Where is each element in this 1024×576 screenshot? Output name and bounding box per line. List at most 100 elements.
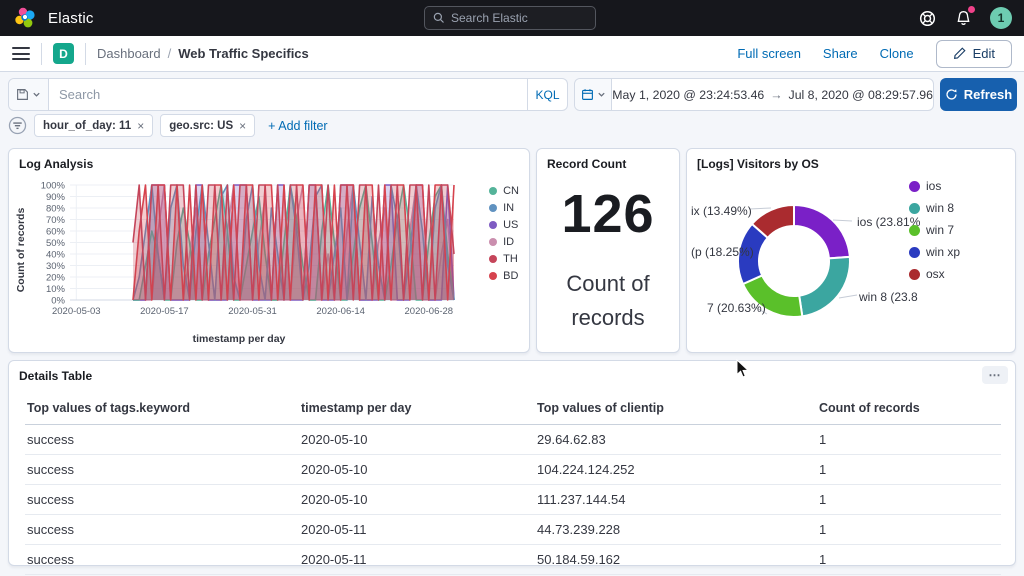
- dashboard-app-icon[interactable]: D: [53, 43, 74, 64]
- query-bar: KQL: [8, 78, 568, 111]
- svg-text:2020-05-31: 2020-05-31: [228, 306, 277, 317]
- slice-callout-win8: win 8 (23.8: [859, 290, 918, 304]
- legend-dot: [489, 204, 497, 212]
- table-cell: 1: [819, 425, 1001, 455]
- legend-label: ios: [926, 179, 941, 193]
- svg-text:20%: 20%: [46, 273, 66, 284]
- toolbar-link-share[interactable]: Share: [823, 46, 858, 61]
- kql-language-button[interactable]: KQL: [527, 79, 567, 110]
- legend-dot: [489, 187, 497, 195]
- notification-badge: [968, 6, 975, 13]
- legend-label: BD: [503, 270, 518, 282]
- legend-dot: [489, 238, 497, 246]
- svg-text:90%: 90%: [46, 192, 66, 203]
- query-search-input[interactable]: [59, 87, 517, 102]
- table-cell: success: [25, 515, 301, 545]
- legend-item-win-7[interactable]: win 7: [909, 223, 1005, 237]
- remove-filter-icon[interactable]: ×: [239, 119, 246, 133]
- filter-icon[interactable]: [8, 116, 27, 135]
- legend-item-win-xp[interactable]: win xp: [909, 245, 1005, 259]
- legend-item-IN[interactable]: IN: [489, 202, 519, 214]
- table-cell: success: [25, 485, 301, 515]
- table-cell: 29.64.62.83: [537, 425, 819, 455]
- chevron-down-icon: [32, 90, 41, 99]
- slice-callout-win7: 7 (20.63%): [707, 301, 766, 315]
- table-cell: success: [25, 455, 301, 485]
- table-cell: 1: [819, 545, 1001, 575]
- panel-visitors-by-os: [Logs] Visitors by OS ios (23.81% win 8 …: [686, 148, 1016, 353]
- column-header[interactable]: timestamp per day: [301, 393, 537, 425]
- donut-slice-win-8[interactable]: [799, 257, 850, 317]
- date-end[interactable]: Jul 8, 2020 @ 08:29:57.96: [789, 88, 933, 102]
- filter-pill[interactable]: geo.src: US×: [160, 114, 255, 137]
- table-cell: 2020-05-11: [301, 545, 537, 575]
- svg-text:100%: 100%: [41, 181, 66, 192]
- toolbar-link-clone[interactable]: Clone: [880, 46, 914, 61]
- legend-label: US: [503, 219, 518, 231]
- svg-text:0%: 0%: [51, 296, 65, 307]
- menu-hamburger-icon[interactable]: [12, 47, 30, 60]
- legend-label: win xp: [926, 245, 960, 259]
- saved-query-menu-button[interactable]: [9, 79, 49, 110]
- legend-dot: [909, 181, 920, 192]
- legend-item-osx[interactable]: osx: [909, 267, 1005, 281]
- legend-item-BD[interactable]: BD: [489, 270, 519, 282]
- table-row[interactable]: success2020-05-10104.224.124.2521: [25, 455, 1001, 485]
- breadcrumb-dashboard[interactable]: Dashboard: [97, 46, 161, 61]
- legend-label: osx: [926, 267, 945, 281]
- table-cell: success: [25, 545, 301, 575]
- global-search-input[interactable]: Search Elastic: [424, 6, 596, 30]
- global-search-placeholder: Search Elastic: [451, 11, 528, 25]
- refresh-button[interactable]: Refresh: [940, 78, 1017, 111]
- panel-options-icon[interactable]: ⋯: [982, 366, 1008, 384]
- date-range[interactable]: May 1, 2020 @ 23:24:53.46 → Jul 8, 2020 …: [612, 79, 933, 110]
- refresh-icon: [945, 88, 958, 101]
- page-title: Web Traffic Specifics: [178, 46, 309, 61]
- notifications-bell-icon[interactable]: [954, 9, 972, 27]
- table-row[interactable]: success2020-05-1144.73.239.2281: [25, 515, 1001, 545]
- svg-text:2020-05-17: 2020-05-17: [140, 306, 189, 317]
- divider: [85, 43, 86, 65]
- toolbar-link-full-screen[interactable]: Full screen: [737, 46, 801, 61]
- column-header[interactable]: Top values of tags.keyword: [25, 393, 301, 425]
- legend-item-US[interactable]: US: [489, 219, 519, 231]
- filter-pill[interactable]: hour_of_day: 11×: [34, 114, 153, 137]
- calendar-menu-button[interactable]: [575, 79, 612, 110]
- legend-item-ios[interactable]: ios: [909, 179, 1005, 193]
- svg-text:60%: 60%: [46, 227, 66, 238]
- column-header[interactable]: Top values of clientip: [537, 393, 819, 425]
- legend-label: IN: [503, 202, 514, 214]
- legend-item-ID[interactable]: ID: [489, 236, 519, 248]
- panel-title[interactable]: Log Analysis: [19, 157, 93, 171]
- donut-slice-ios[interactable]: [794, 205, 850, 258]
- user-avatar[interactable]: 1: [990, 7, 1012, 29]
- query-input-wrap: [49, 79, 527, 110]
- legend-label: win 7: [926, 223, 954, 237]
- legend-label: CN: [503, 185, 519, 197]
- panel-title[interactable]: [Logs] Visitors by OS: [697, 157, 819, 171]
- table-row[interactable]: success2020-05-10111.237.144.541: [25, 485, 1001, 515]
- svg-text:80%: 80%: [46, 204, 66, 215]
- help-icon[interactable]: [918, 9, 936, 27]
- elastic-logo-icon[interactable]: [14, 6, 38, 30]
- date-start[interactable]: May 1, 2020 @ 23:24:53.46: [612, 88, 764, 102]
- divider: [41, 43, 42, 65]
- table-row[interactable]: success2020-05-1029.64.62.831: [25, 425, 1001, 455]
- table-cell: 2020-05-10: [301, 455, 537, 485]
- table-cell: 44.73.239.228: [537, 515, 819, 545]
- add-filter-link[interactable]: + Add filter: [268, 119, 327, 133]
- table-cell: 104.224.124.252: [537, 455, 819, 485]
- table-row[interactable]: success2020-05-1150.184.59.1621: [25, 545, 1001, 575]
- chevron-down-icon: [597, 90, 606, 99]
- column-header[interactable]: Count of records: [819, 393, 1001, 425]
- area-chart[interactable]: 0%10%20%30%40%50%60%70%80%90%100%2020-05…: [25, 177, 465, 327]
- remove-filter-icon[interactable]: ×: [137, 119, 144, 133]
- edit-button[interactable]: Edit: [936, 40, 1012, 68]
- legend-item-win-8[interactable]: win 8: [909, 201, 1005, 215]
- table-cell: 111.237.144.54: [537, 485, 819, 515]
- table-cell: 2020-05-11: [301, 515, 537, 545]
- panel-title[interactable]: Details Table: [19, 369, 92, 383]
- legend-item-TH[interactable]: TH: [489, 253, 519, 265]
- legend-item-CN[interactable]: CN: [489, 185, 519, 197]
- panel-title[interactable]: Record Count: [547, 157, 626, 171]
